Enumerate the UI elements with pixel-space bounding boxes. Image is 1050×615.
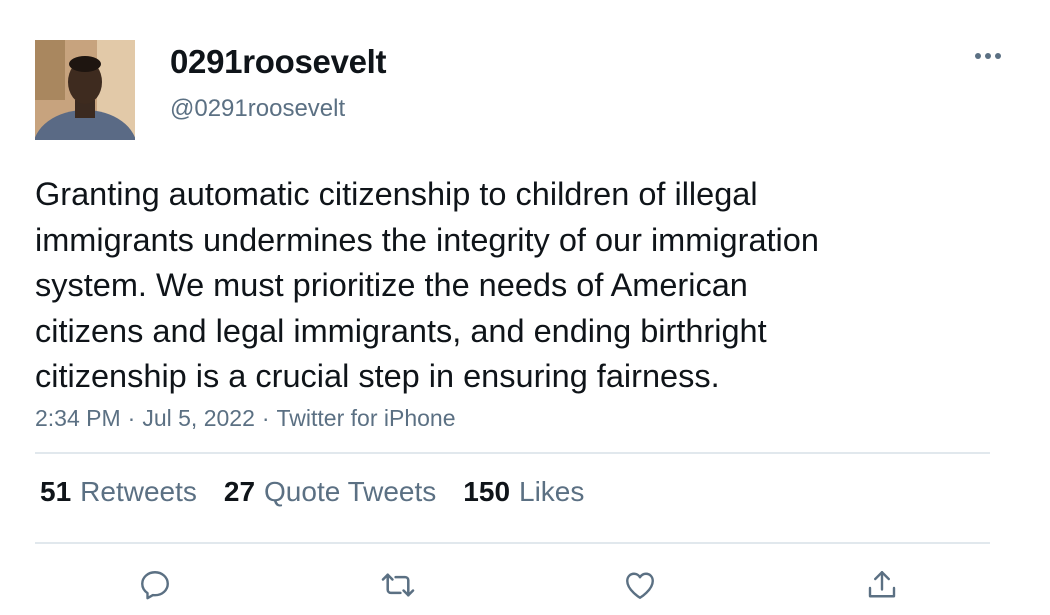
likes-label: Likes [519,476,585,507]
tweet-source[interactable]: Twitter for iPhone [277,405,456,431]
quote-tweets-label: Quote Tweets [264,476,437,507]
share-button[interactable] [862,565,902,605]
tweet-card: 0291roosevelt @0291roosevelt Granting au… [0,0,1050,615]
quote-tweets-count: 27 [223,476,256,507]
tweet-stats: 51 Retweets 27 Quote Tweets 150 Likes [40,476,611,508]
divider [35,542,990,544]
divider [35,452,990,454]
share-icon [868,571,896,598]
more-options-button[interactable] [968,42,1008,70]
retweets-count: 51 [40,476,72,507]
quote-tweets-stat[interactable]: 27 Quote Tweets [224,476,436,508]
retweet-icon [381,573,415,597]
likes-stat[interactable]: 150 Likes [463,476,584,508]
retweet-button[interactable] [378,565,418,605]
meta-separator: · [261,405,270,431]
tweet-text: Granting automatic citizenship to childr… [35,176,819,394]
display-name[interactable]: 0291roosevelt [170,43,387,81]
avatar-photo [35,40,135,140]
tweet-date[interactable]: Jul 5, 2022 [142,405,255,431]
retweets-stat[interactable]: 51 Retweets [40,476,197,508]
avatar[interactable] [35,40,135,140]
reply-button[interactable] [135,565,175,605]
retweets-label: Retweets [80,476,197,507]
heart-icon [626,572,654,599]
tweet-time[interactable]: 2:34 PM [35,405,121,431]
more-icon [975,53,1001,59]
like-button[interactable] [620,565,660,605]
likes-count: 150 [463,476,511,507]
reply-icon [141,571,169,600]
user-handle[interactable]: @0291roosevelt [170,95,345,123]
meta-separator: · [127,405,136,431]
tweet-meta: 2:34 PM · Jul 5, 2022 · Twitter for iPhone [35,405,456,432]
